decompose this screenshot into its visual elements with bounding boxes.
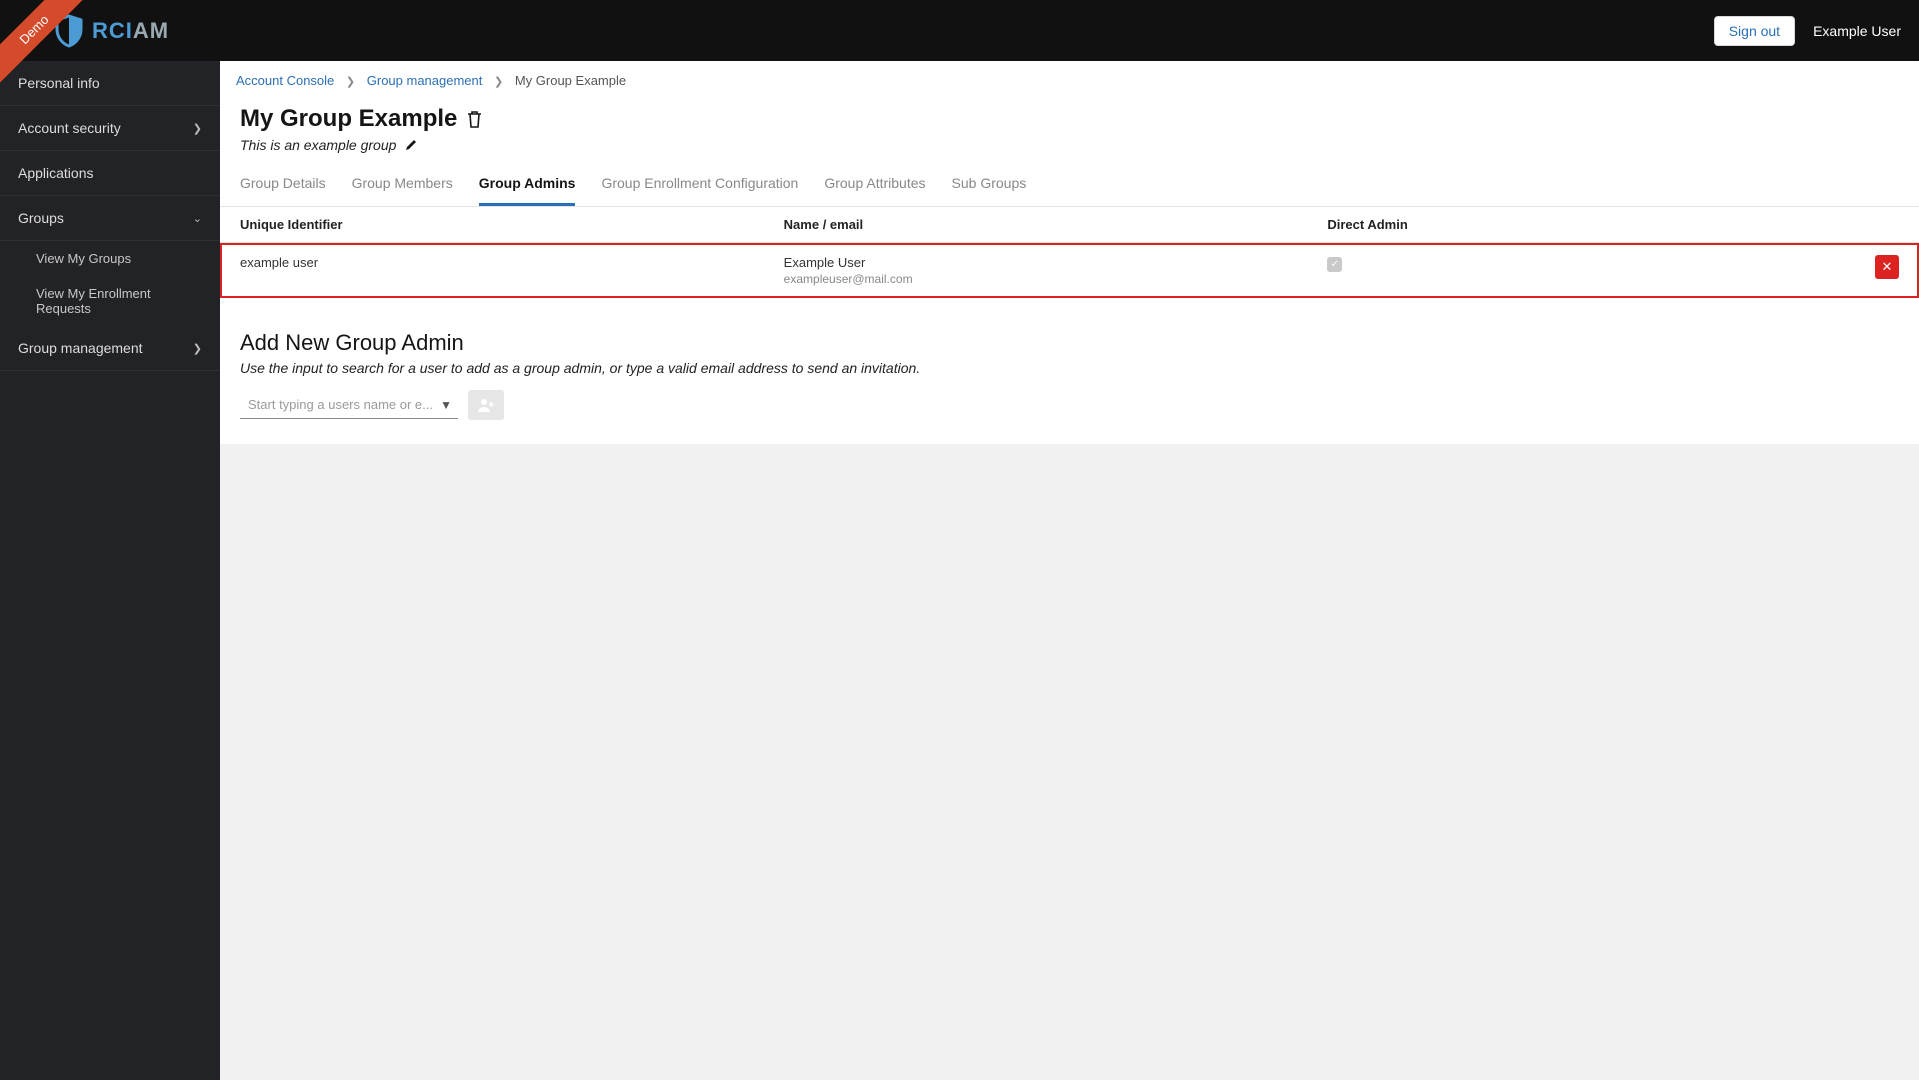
chevron-right-icon: ❯ — [346, 76, 355, 88]
sidebar-item-account-security[interactable]: Account security ❯ — [0, 106, 220, 151]
page-subtitle: This is an example group — [240, 137, 396, 153]
pencil-icon[interactable] — [404, 138, 418, 152]
check-icon: ✓ — [1327, 257, 1342, 272]
cell-name-email: Example User exampleuser@mail.com — [764, 243, 1308, 299]
user-search-combobox[interactable]: ▼ — [240, 391, 458, 419]
main-content: Account Console ❯ Group management ❯ My … — [220, 61, 1919, 1080]
add-admin-title: Add New Group Admin — [240, 330, 1899, 356]
page-title: My Group Example — [240, 105, 1899, 133]
chevron-right-icon: ❯ — [494, 76, 503, 88]
sidebar-item-groups[interactable]: Groups ⌄ — [0, 196, 220, 241]
sidebar-subitem-view-my-groups[interactable]: View My Groups — [0, 241, 220, 276]
user-search-input[interactable] — [248, 397, 434, 412]
sidebar: Personal info Account security ❯ Applica… — [0, 61, 220, 1080]
breadcrumb-current: My Group Example — [515, 73, 626, 88]
app-header: RCIAM Sign out Example User — [0, 0, 1919, 61]
col-header-direct: Direct Admin — [1307, 207, 1749, 243]
breadcrumb: Account Console ❯ Group management ❯ My … — [220, 61, 1919, 101]
tab-group-admins[interactable]: Group Admins — [479, 163, 576, 206]
menu-icon[interactable] — [22, 23, 42, 39]
tab-group-attributes[interactable]: Group Attributes — [824, 163, 925, 206]
sidebar-item-personal-info[interactable]: Personal info — [0, 61, 220, 106]
chevron-right-icon: ❯ — [193, 342, 202, 355]
tab-group-members[interactable]: Group Members — [352, 163, 453, 206]
caret-down-icon[interactable]: ▼ — [440, 398, 452, 412]
add-admin-button[interactable] — [468, 390, 504, 420]
col-header-uid: Unique Identifier — [220, 207, 764, 243]
tab-group-enrollment[interactable]: Group Enrollment Configuration — [601, 163, 798, 206]
sidebar-item-group-management[interactable]: Group management ❯ — [0, 326, 220, 371]
close-icon: ✕ — [1882, 259, 1893, 275]
person-add-icon — [477, 398, 495, 412]
chevron-right-icon: ❯ — [193, 122, 202, 135]
table-row: example user Example User exampleuser@ma… — [220, 243, 1919, 299]
admins-table: Unique Identifier Name / email Direct Ad… — [220, 207, 1919, 298]
breadcrumb-group-management[interactable]: Group management — [367, 73, 483, 88]
col-header-name: Name / email — [764, 207, 1308, 243]
current-user-label[interactable]: Example User — [1813, 23, 1901, 39]
cell-direct-admin: ✓ — [1307, 243, 1749, 299]
tab-group-details[interactable]: Group Details — [240, 163, 326, 206]
tab-sub-groups[interactable]: Sub Groups — [952, 163, 1027, 206]
breadcrumb-account-console[interactable]: Account Console — [236, 73, 334, 88]
cell-uid: example user — [220, 243, 764, 299]
app-logo: RCIAM — [54, 14, 169, 48]
shield-icon — [54, 14, 84, 48]
chevron-down-icon: ⌄ — [193, 212, 202, 225]
sign-out-button[interactable]: Sign out — [1714, 16, 1795, 46]
trash-icon[interactable] — [467, 111, 482, 128]
add-admin-description: Use the input to search for a user to ad… — [240, 360, 1899, 376]
remove-admin-button[interactable]: ✕ — [1875, 255, 1899, 279]
sidebar-item-applications[interactable]: Applications — [0, 151, 220, 196]
tabs: Group Details Group Members Group Admins… — [220, 163, 1919, 207]
sidebar-subitem-view-enrollment[interactable]: View My Enrollment Requests — [0, 276, 220, 326]
